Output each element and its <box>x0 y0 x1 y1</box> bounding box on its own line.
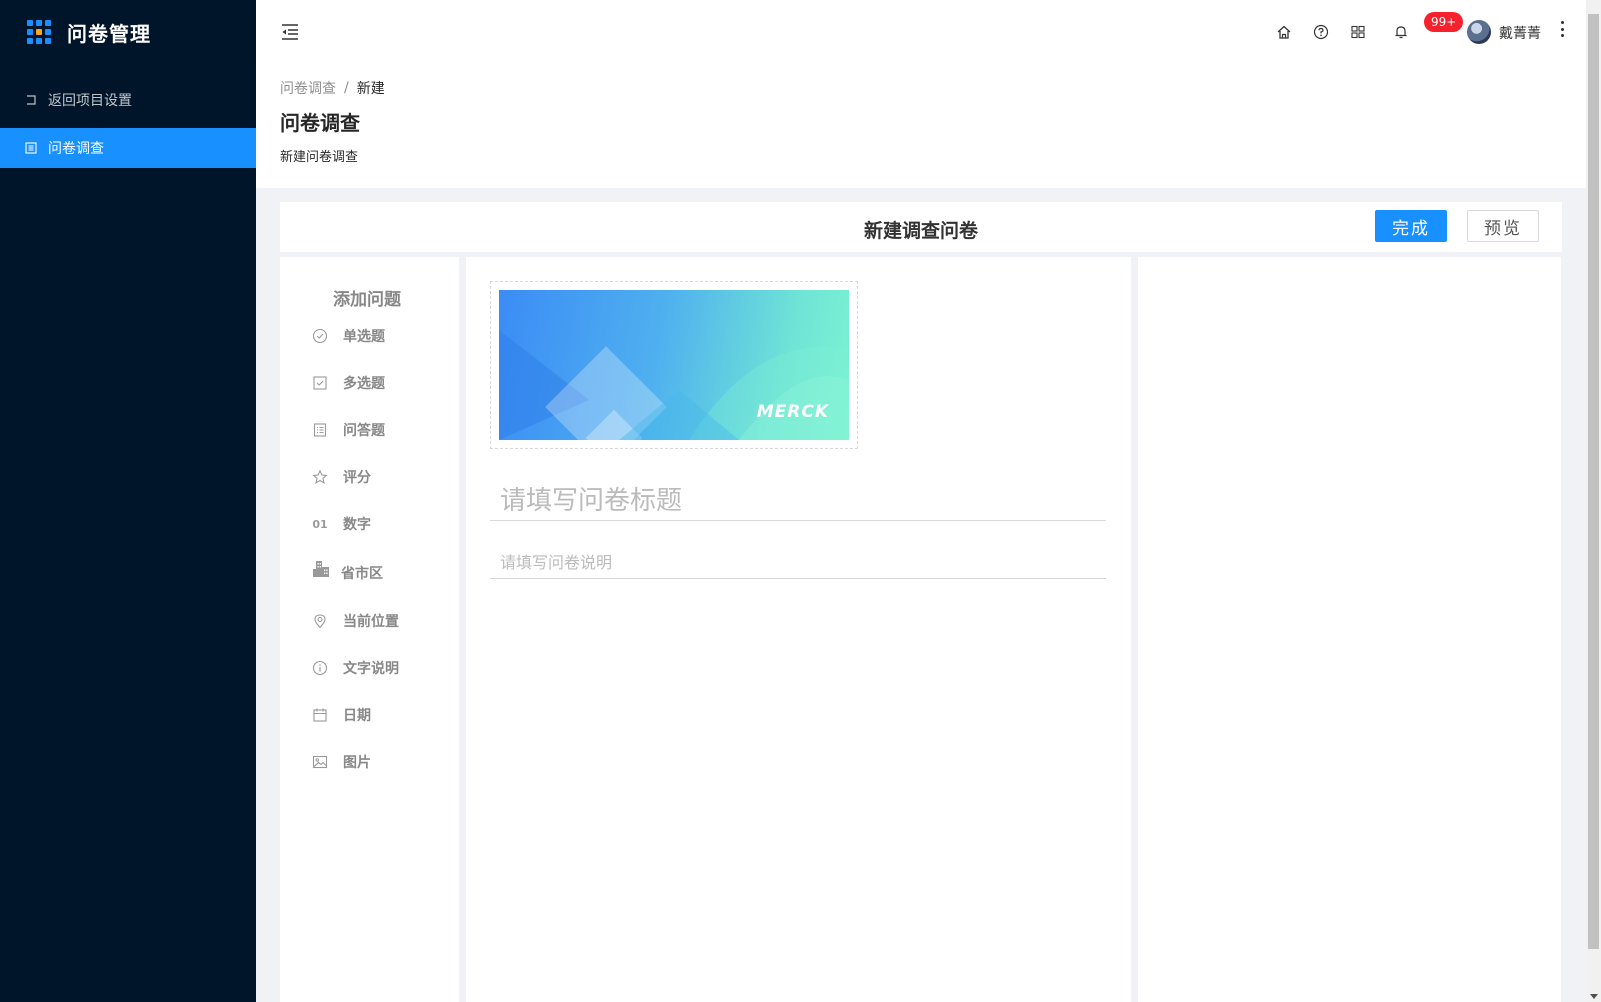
page-scrollbar[interactable] <box>1586 0 1601 1002</box>
q-item-label: 文字说明 <box>343 661 399 677</box>
q-item-label: 评分 <box>343 470 371 486</box>
notification-badge: 99+ <box>1424 12 1464 32</box>
add-region-button[interactable]: 省市区 <box>312 561 383 585</box>
survey-canvas: MERCK <box>466 257 1131 1002</box>
location-icon <box>312 613 328 629</box>
help-icon[interactable] <box>1313 24 1329 40</box>
breadcrumb-current: 新建 <box>356 81 385 97</box>
q-item-label: 多选题 <box>343 376 385 392</box>
page-header: 问卷调查 / 新建 问卷调查 新建问卷调查 <box>256 64 1586 188</box>
top-header: 99+ 戴菁菁 <box>256 0 1586 64</box>
page-subtitle: 新建问卷调查 <box>280 150 359 165</box>
q-item-label: 当前位置 <box>343 614 399 630</box>
q-item-label: 图片 <box>343 755 371 771</box>
checkbox-icon <box>312 375 328 391</box>
username[interactable]: 戴菁菁 <box>1499 23 1541 43</box>
more-vertical-icon[interactable] <box>1558 18 1566 40</box>
info-icon <box>312 660 328 676</box>
add-multi-choice-button[interactable]: 多选题 <box>312 371 385 395</box>
add-image-button[interactable]: 图片 <box>312 750 371 774</box>
sidebar-item-label: 返回项目设置 <box>48 93 132 109</box>
sidebar: 问卷管理 返回项目设置 问卷调查 <box>0 0 256 1002</box>
breadcrumb-parent-link[interactable]: 问卷调查 <box>280 78 336 98</box>
survey-title-input[interactable] <box>490 481 1106 521</box>
apps-grid-logo-icon <box>27 20 51 44</box>
add-rating-button[interactable]: 评分 <box>312 465 371 489</box>
city-icon <box>312 559 332 579</box>
add-text-note-button[interactable]: 文字说明 <box>312 656 399 680</box>
survey-banner-image: MERCK <box>499 290 849 440</box>
sidebar-item-return-project-settings[interactable]: 返回项目设置 <box>0 80 256 120</box>
scroll-down-arrow-icon[interactable] <box>1590 994 1598 999</box>
breadcrumb: 问卷调查 / 新建 <box>280 78 1562 98</box>
return-icon <box>24 93 38 107</box>
add-number-button[interactable]: 01 数字 <box>312 512 371 536</box>
sidebar-item-label: 问卷调查 <box>48 141 104 157</box>
editor-toolbar: 新建调查问卷 完成 预览 <box>280 202 1562 252</box>
sidebar-menu: 返回项目设置 问卷调查 <box>0 80 256 168</box>
q-item-label: 单选题 <box>343 329 385 345</box>
add-single-choice-button[interactable]: 单选题 <box>312 324 385 348</box>
radio-check-icon <box>312 328 328 344</box>
editor-title: 新建调查问卷 <box>863 220 978 242</box>
preview-button[interactable]: 预览 <box>1467 210 1539 242</box>
palette-title: 添加问题 <box>333 290 401 310</box>
star-icon <box>312 469 328 485</box>
sidebar-item-survey[interactable]: 问卷调查 <box>0 128 256 168</box>
menu-fold-icon[interactable] <box>280 22 300 42</box>
survey-description-input[interactable] <box>490 547 1106 579</box>
banner-brand-text: MERCK <box>756 402 829 422</box>
scrollbar-thumb[interactable] <box>1588 14 1599 949</box>
add-qa-button[interactable]: 问答题 <box>312 418 385 442</box>
image-icon <box>312 754 328 770</box>
q-item-label: 省市区 <box>341 566 383 582</box>
home-icon[interactable] <box>1276 24 1292 40</box>
calendar-icon <box>312 707 328 723</box>
add-date-button[interactable]: 日期 <box>312 703 371 727</box>
breadcrumb-separator: / <box>344 80 349 96</box>
banner-upload-area[interactable]: MERCK <box>490 281 858 449</box>
q-item-label: 问答题 <box>343 423 385 439</box>
q-item-label: 数字 <box>343 517 371 533</box>
page-title: 问卷调查 <box>280 111 360 135</box>
number-icon: 01 <box>312 517 328 531</box>
bell-icon[interactable] <box>1393 24 1409 40</box>
app-title: 问卷管理 <box>67 21 151 46</box>
q-item-label: 日期 <box>343 708 371 724</box>
question-palette: 添加问题 单选题 多选题 问答题 评分 01 数字 省市区 当前位置 文字说明 … <box>280 257 459 1002</box>
properties-panel <box>1138 257 1561 1002</box>
apps-grid-icon[interactable] <box>1350 24 1366 40</box>
avatar[interactable] <box>1467 20 1491 44</box>
finish-button[interactable]: 完成 <box>1375 210 1447 242</box>
text-doc-icon <box>312 422 328 438</box>
add-location-button[interactable]: 当前位置 <box>312 609 399 633</box>
list-icon <box>24 141 38 155</box>
logo[interactable]: 问卷管理 <box>0 0 256 64</box>
